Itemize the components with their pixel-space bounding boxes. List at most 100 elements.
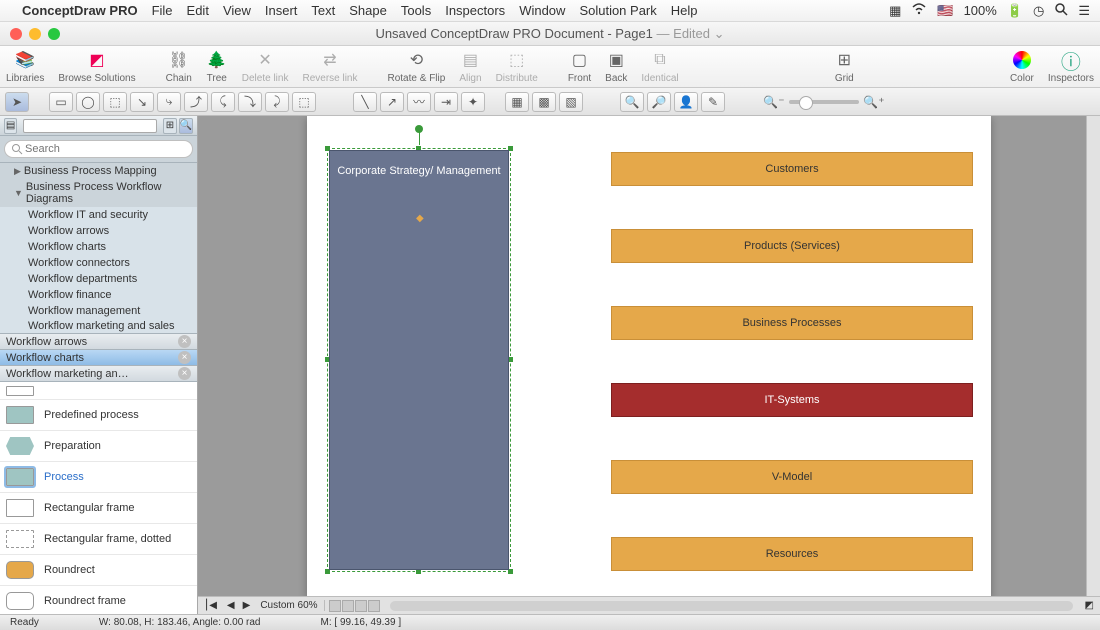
- notifications-icon[interactable]: ☰: [1078, 3, 1090, 19]
- tree-workflow-management[interactable]: Workflow management: [0, 303, 197, 319]
- shape-roundrect[interactable]: Roundrect: [0, 555, 197, 586]
- shape-products[interactable]: Products (Services): [611, 229, 973, 263]
- tree-button[interactable]: 🌲Tree: [206, 49, 228, 84]
- battery-icon[interactable]: 🔋: [1007, 3, 1023, 19]
- tree-workflow-charts[interactable]: Workflow charts: [0, 239, 197, 255]
- color-button[interactable]: Color: [1010, 49, 1034, 84]
- shape-resources[interactable]: Resources: [611, 537, 973, 571]
- menu-insert[interactable]: Insert: [265, 3, 298, 18]
- line2-tool-button[interactable]: ↗: [380, 92, 404, 112]
- lib-tab-workflow-arrows[interactable]: Workflow arrows×: [0, 334, 197, 350]
- libraries-button[interactable]: 📚Libraries: [6, 49, 44, 84]
- inspectors-button[interactable]: ⓘInspectors: [1048, 49, 1094, 84]
- lib-tab-workflow-marketing[interactable]: Workflow marketing an…×: [0, 366, 197, 382]
- line3-tool-button[interactable]: 〰: [407, 92, 431, 112]
- flag-icon[interactable]: 🇺🇸: [937, 3, 953, 19]
- vertical-scrollbar[interactable]: [1086, 116, 1100, 596]
- back-button[interactable]: ▣Back: [605, 49, 627, 84]
- shape-preparation[interactable]: Preparation: [0, 431, 197, 462]
- connector4-tool-button[interactable]: ⤹: [211, 92, 235, 112]
- rotate-flip-button[interactable]: ⟲Rotate & Flip: [388, 49, 446, 84]
- shape-rect-frame-dotted[interactable]: Rectangular frame, dotted: [0, 524, 197, 555]
- ellipse-tool-button[interactable]: ◯: [76, 92, 100, 112]
- browse-solutions-button[interactable]: ◩Browse Solutions: [58, 49, 135, 84]
- connector6-tool-button[interactable]: ⤸: [265, 92, 289, 112]
- shape-process[interactable]: Process: [0, 462, 197, 493]
- tree-workflow-finance[interactable]: Workflow finance: [0, 287, 197, 303]
- close-tab-icon[interactable]: ×: [178, 351, 191, 364]
- tree-workflow-departments[interactable]: Workflow departments: [0, 271, 197, 287]
- line5-tool-button[interactable]: ✦: [461, 92, 485, 112]
- shape-business-processes[interactable]: Business Processes: [611, 306, 973, 340]
- tree-workflow-marketing[interactable]: Workflow marketing and sales: [0, 319, 197, 333]
- grid1-button[interactable]: ▦: [505, 92, 529, 112]
- tree-workflow-it-security[interactable]: Workflow IT and security: [0, 207, 197, 223]
- menu-view[interactable]: View: [223, 3, 251, 18]
- control-center-icon[interactable]: ▦: [889, 3, 901, 19]
- menu-solution-park[interactable]: Solution Park: [579, 3, 656, 18]
- grid3-button[interactable]: ▧: [559, 92, 583, 112]
- menu-text[interactable]: Text: [311, 3, 335, 18]
- shape1-tool-button[interactable]: ⬚: [103, 92, 127, 112]
- zoom-minus-button[interactable]: 🔍⁻: [762, 92, 786, 112]
- app-name[interactable]: ConceptDraw PRO: [22, 3, 138, 18]
- zoom-slider[interactable]: [789, 100, 859, 104]
- menu-shape[interactable]: Shape: [349, 3, 387, 18]
- shape-corporate-strategy[interactable]: Corporate Strategy/ Management ◆: [329, 150, 509, 570]
- page-nav-next-button[interactable]: ▶: [239, 600, 255, 611]
- page-nav-prev-button[interactable]: ◀: [223, 600, 239, 611]
- sidebar-grid-view-button[interactable]: ⊞: [163, 118, 176, 134]
- line1-tool-button[interactable]: ╲: [353, 92, 377, 112]
- connector5-tool-button[interactable]: ⤵: [238, 92, 262, 112]
- user-button[interactable]: 👤: [674, 92, 698, 112]
- chain-button[interactable]: ⛓Chain: [166, 49, 192, 84]
- close-tab-icon[interactable]: ×: [178, 367, 191, 380]
- shape-rect-frame[interactable]: Rectangular frame: [0, 493, 197, 524]
- grid-button[interactable]: ⊞Grid: [833, 49, 855, 84]
- edit-tool-button[interactable]: ✎: [701, 92, 725, 112]
- menu-edit[interactable]: Edit: [187, 3, 209, 18]
- sidebar-view-toggle[interactable]: ▤: [4, 118, 17, 134]
- title-dropdown-icon[interactable]: ⌄: [714, 26, 725, 41]
- page-resize-grip-icon[interactable]: ◩: [1079, 600, 1100, 611]
- sidebar-search-button[interactable]: 🔍: [179, 118, 193, 134]
- tree-business-process-mapping[interactable]: ▶Business Process Mapping: [0, 163, 197, 179]
- canvas-page[interactable]: Corporate Strategy/ Management ◆ Custome…: [307, 116, 991, 596]
- zoom-out-button[interactable]: 🔎: [647, 92, 671, 112]
- line4-tool-button[interactable]: ⇥: [434, 92, 458, 112]
- close-tab-icon[interactable]: ×: [178, 335, 191, 348]
- search-input[interactable]: [4, 140, 193, 158]
- connector1-tool-button[interactable]: ↘: [130, 92, 154, 112]
- shape-customers[interactable]: Customers: [611, 152, 973, 186]
- menu-help[interactable]: Help: [671, 3, 698, 18]
- sidebar-filter-input[interactable]: [23, 119, 157, 133]
- menu-inspectors[interactable]: Inspectors: [445, 3, 505, 18]
- pointer-tool-button[interactable]: ➤: [5, 92, 29, 112]
- menu-tools[interactable]: Tools: [401, 3, 431, 18]
- front-button[interactable]: ▢Front: [568, 49, 591, 84]
- horizontal-scrollbar[interactable]: [390, 601, 1073, 611]
- menu-file[interactable]: File: [152, 3, 173, 18]
- canvas-scroll[interactable]: Corporate Strategy/ Management ◆ Custome…: [198, 116, 1100, 596]
- tree-workflow-connectors[interactable]: Workflow connectors: [0, 255, 197, 271]
- grid2-button[interactable]: ▩: [532, 92, 556, 112]
- edited-indicator[interactable]: — Edited: [657, 26, 710, 41]
- tree-workflow-arrows[interactable]: Workflow arrows: [0, 223, 197, 239]
- shape-predefined-process[interactable]: Predefined process: [0, 400, 197, 431]
- zoom-level[interactable]: Custom 60%: [254, 600, 324, 611]
- rect-tool-button[interactable]: ▭: [49, 92, 73, 112]
- shape-it-systems[interactable]: IT-Systems: [611, 383, 973, 417]
- spotlight-icon[interactable]: [1054, 2, 1068, 19]
- page-nav-first-button[interactable]: ⎮◀: [198, 600, 223, 611]
- menu-window[interactable]: Window: [519, 3, 565, 18]
- wifi-icon[interactable]: [911, 3, 927, 18]
- shape-roundrect-frame[interactable]: Roundrect frame: [0, 586, 197, 614]
- lib-tab-workflow-charts[interactable]: Workflow charts×: [0, 350, 197, 366]
- shape-v-model[interactable]: V-Model: [611, 460, 973, 494]
- connector3-tool-button[interactable]: ⤴: [184, 92, 208, 112]
- tree-business-process-workflow[interactable]: ▼Business Process Workflow Diagrams: [0, 179, 197, 207]
- clock-icon[interactable]: ◷: [1033, 3, 1044, 19]
- connector2-tool-button[interactable]: ⤷: [157, 92, 181, 112]
- rotation-handle[interactable]: [415, 125, 423, 133]
- zoom-plus-button[interactable]: 🔍⁺: [862, 92, 886, 112]
